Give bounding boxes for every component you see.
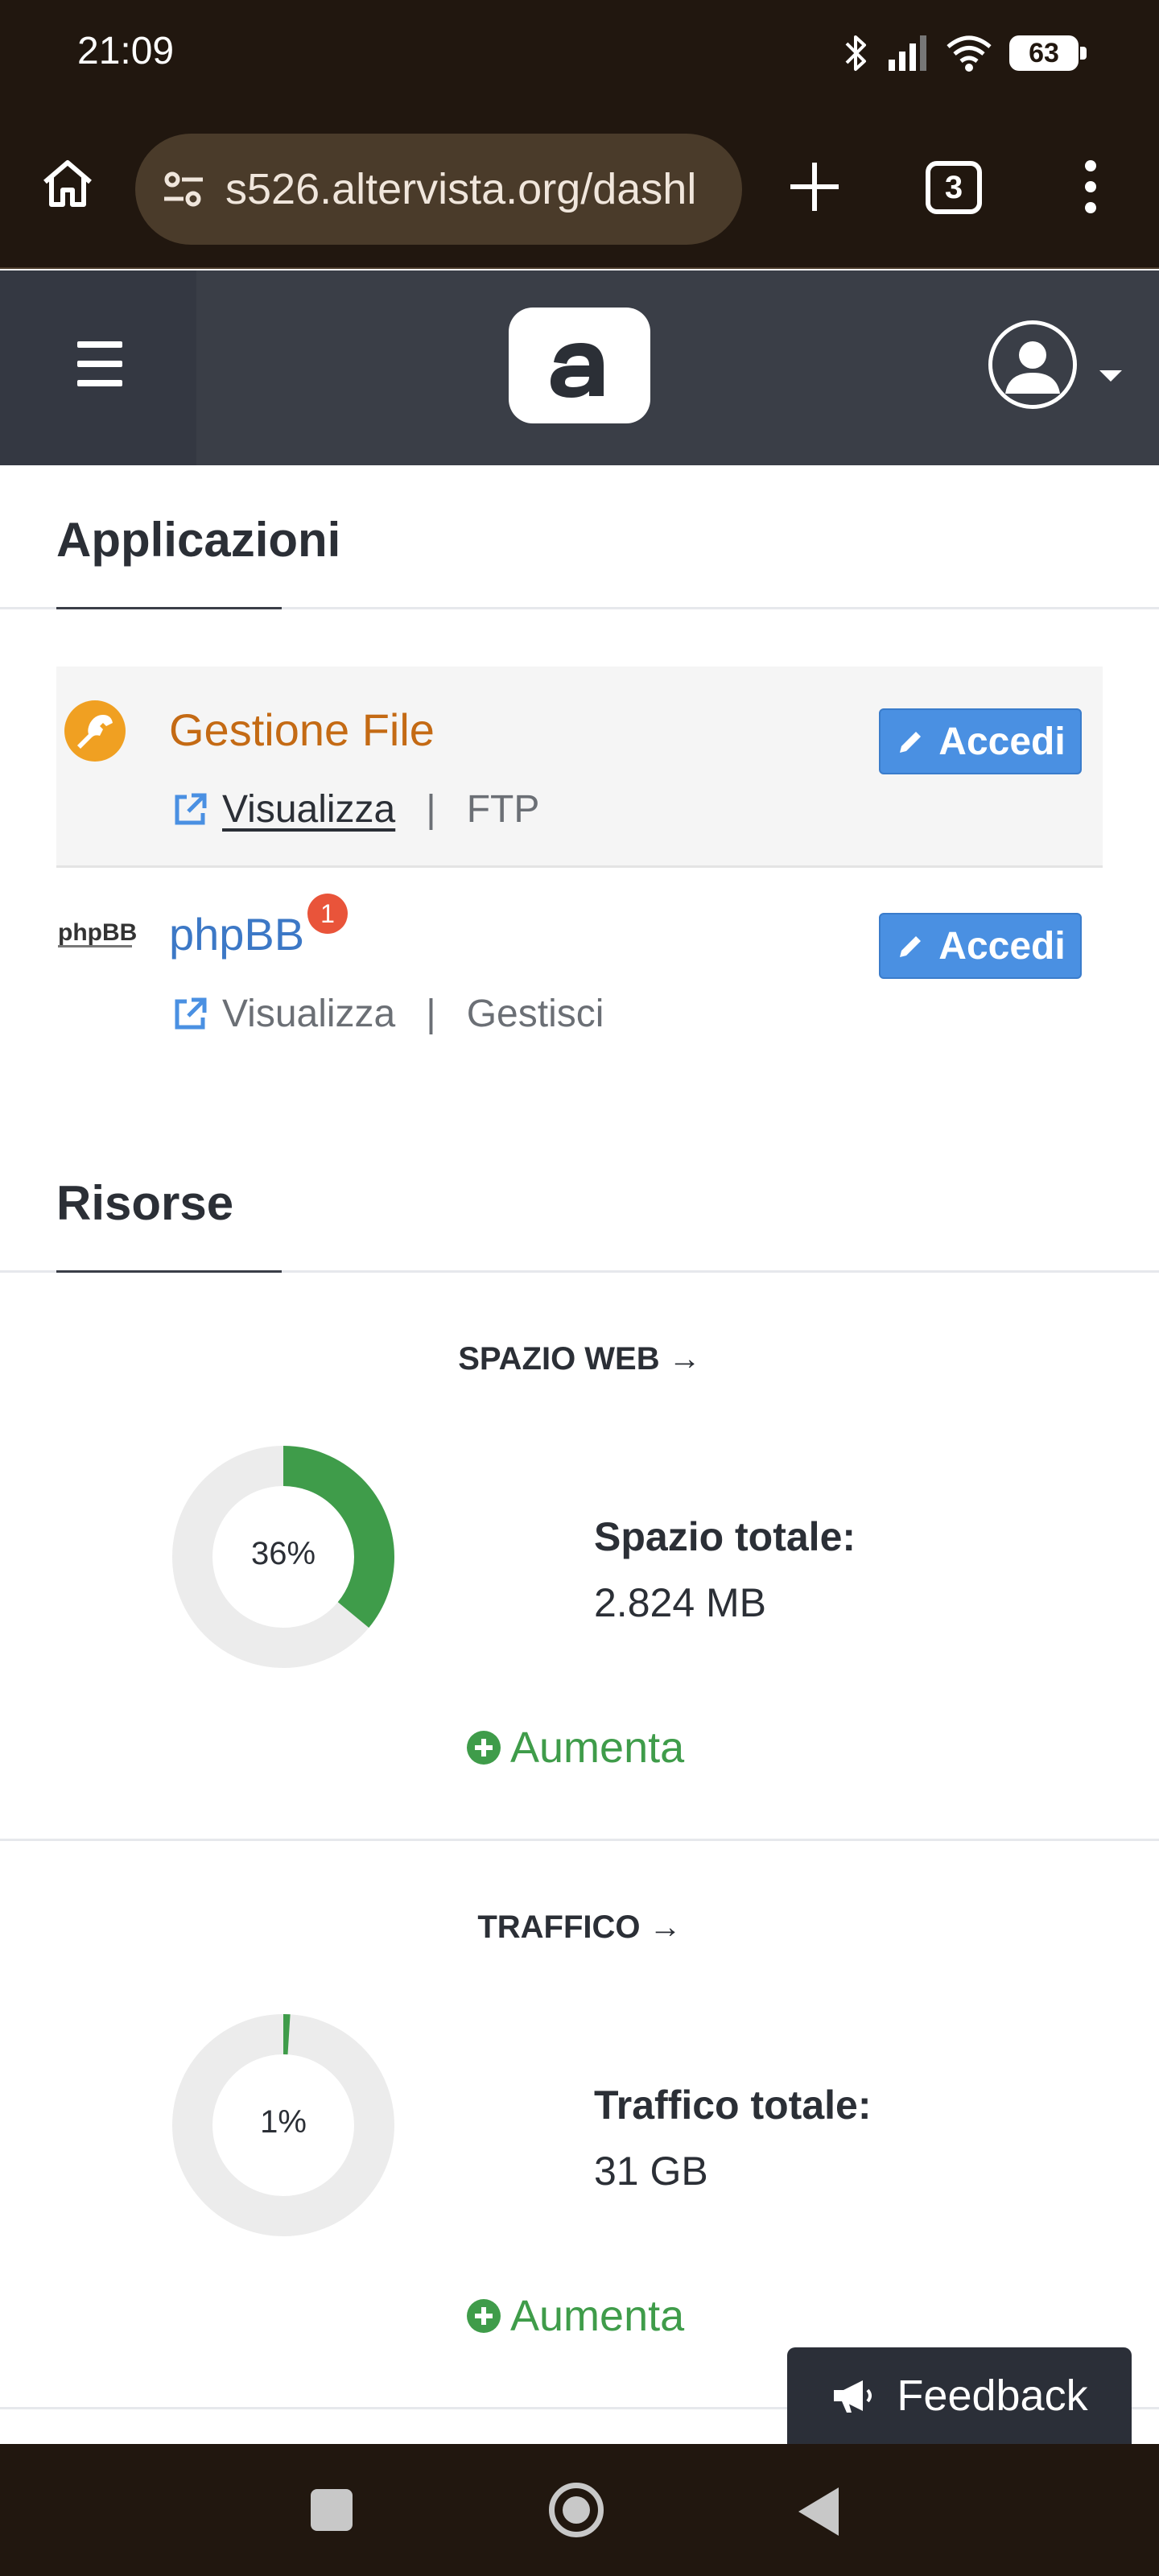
wrench-icon [64, 700, 126, 762]
ftp-link[interactable]: FTP [467, 787, 540, 832]
signal-icon [889, 35, 926, 71]
caret-down-icon[interactable] [1099, 370, 1122, 382]
resources-divider [0, 1270, 1159, 1273]
new-tab-icon[interactable] [782, 155, 847, 219]
android-navigation-bar [0, 2444, 1159, 2576]
site-header [0, 270, 1159, 465]
link-separator: | [426, 788, 436, 831]
user-avatar-icon[interactable] [988, 320, 1077, 409]
app-row-phpbb: phpBB phpBB 1 Visualizza | Gestisci Acce… [56, 871, 1103, 1072]
more-menu-icon[interactable] [1070, 155, 1111, 219]
accedi-label: Accedi [938, 924, 1066, 968]
home-icon[interactable] [39, 155, 97, 213]
megaphone-icon [834, 2380, 872, 2413]
app-name-phpbb[interactable]: phpBB [169, 908, 304, 960]
traffico-totale-label: Traffico totale: [594, 2083, 872, 2128]
address-bar[interactable]: s526.altervista.org/dashl [135, 134, 742, 245]
external-link-icon [175, 997, 207, 1029]
external-link-icon [175, 793, 207, 824]
spazio-totale-value: 2.824 MB [594, 1580, 767, 1625]
app-name-gestione-file[interactable]: Gestione File [169, 704, 435, 756]
visualizza-link[interactable]: Visualizza [222, 992, 395, 1036]
app-links-phpbb: Visualizza | Gestisci [169, 992, 604, 1036]
accedi-label: Accedi [938, 720, 1066, 763]
aumenta-label: Aumenta [510, 1724, 685, 1772]
back-button[interactable] [798, 2487, 839, 2536]
bluetooth-icon [845, 35, 866, 71]
hamburger-menu-icon[interactable] [0, 270, 196, 465]
traffico-totale-value: 31 GB [594, 2149, 708, 2194]
applications-divider [0, 607, 1159, 609]
recents-button[interactable] [311, 2489, 353, 2531]
feedback-label: Feedback [897, 2372, 1088, 2420]
aumenta-label: Aumenta [510, 2292, 685, 2340]
visualizza-link[interactable]: Visualizza [222, 787, 395, 832]
status-bar: 21:09 63 [0, 0, 1159, 105]
accedi-button[interactable]: Accedi [879, 913, 1082, 979]
pencil-icon [900, 936, 922, 957]
accedi-button[interactable]: Accedi [879, 708, 1082, 774]
traffico-percent: 1% [260, 2104, 307, 2140]
svg-text:phpBB: phpBB [58, 919, 137, 946]
url-text: s526.altervista.org/dashl [225, 165, 697, 213]
wifi-icon [947, 35, 992, 72]
phpbb-logo: phpBB [58, 919, 137, 947]
tab-count: 3 [944, 169, 963, 205]
battery-icon: 63 [1009, 35, 1087, 71]
aumenta-spazio-link[interactable]: Aumenta [467, 1723, 684, 1773]
spazio-web-title[interactable]: SPAZIO WEB → [0, 1341, 1159, 1377]
tab-switcher-button[interactable]: 3 [926, 161, 982, 214]
resources-title: Risorse [56, 1176, 234, 1230]
pencil-icon [900, 732, 922, 753]
gestisci-link[interactable]: Gestisci [467, 992, 604, 1036]
site-settings-icon[interactable] [158, 163, 209, 215]
spazio-web-percent: 36% [250, 1536, 316, 1571]
plus-circle-icon [467, 2299, 501, 2333]
status-time: 21:09 [77, 30, 175, 72]
status-icons: 63 [842, 29, 1087, 77]
plus-circle-icon [467, 1731, 501, 1765]
panel-divider [0, 1839, 1159, 1841]
browser-toolbar: s526.altervista.org/dashl 3 [0, 105, 1159, 269]
aumenta-traffico-link[interactable]: Aumenta [467, 2291, 684, 2341]
home-button[interactable] [549, 2483, 604, 2537]
battery-level: 63 [1029, 37, 1059, 68]
app-row-gestione-file: Gestione File Visualizza | FTP Accedi [56, 667, 1103, 868]
altervista-logo[interactable] [509, 308, 650, 423]
applications-title: Applicazioni [56, 513, 341, 567]
traffico-title[interactable]: TRAFFICO → [0, 1909, 1159, 1946]
app-links-gestione-file: Visualizza | FTP [169, 787, 539, 832]
spazio-totale-label: Spazio totale: [594, 1514, 856, 1559]
link-separator: | [426, 993, 436, 1035]
feedback-button[interactable]: Feedback [787, 2347, 1132, 2444]
notification-badge: 1 [307, 894, 348, 934]
